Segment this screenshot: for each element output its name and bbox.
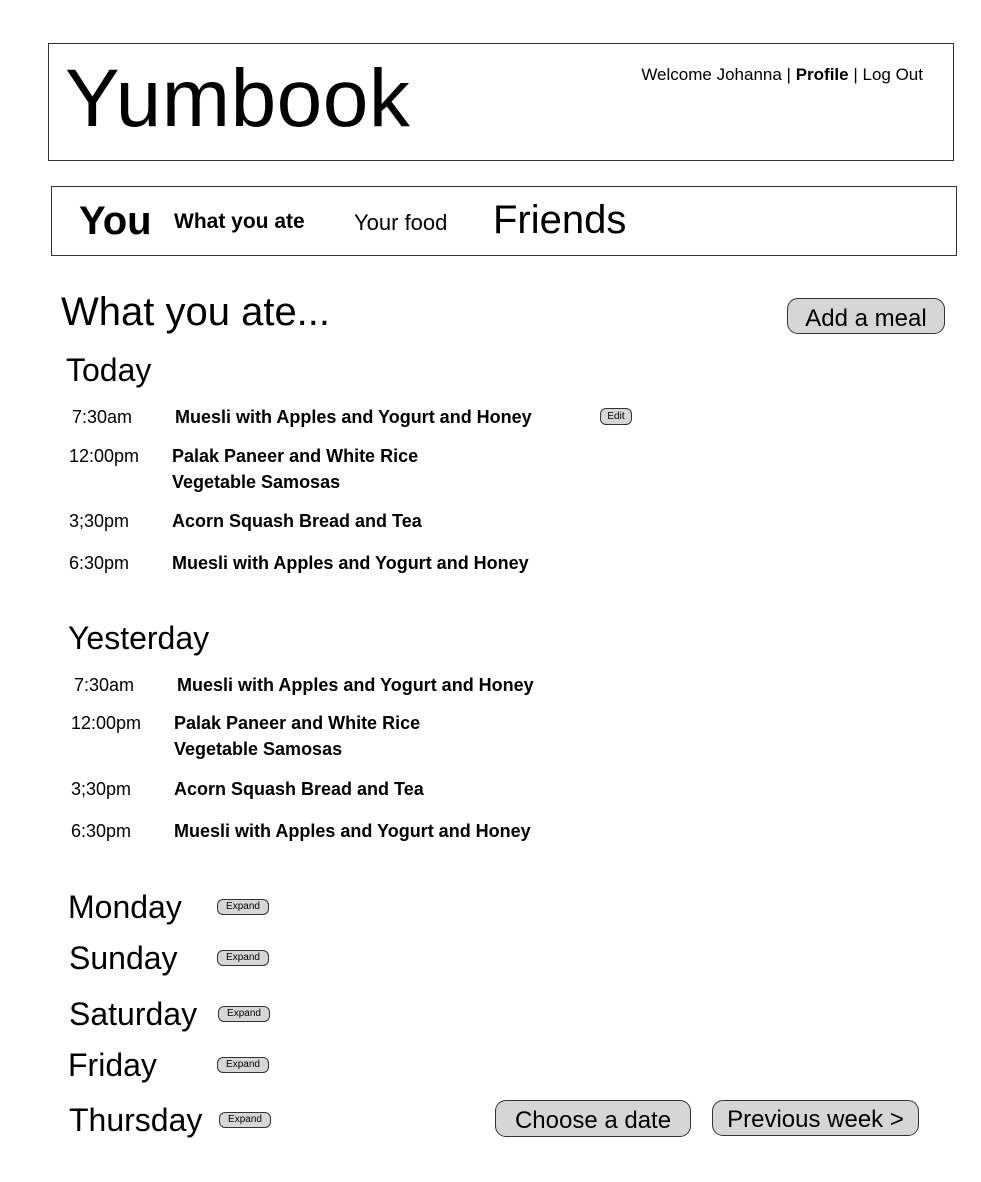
meal-item: Muesli with Apples and Yogurt and Honey	[172, 550, 529, 576]
app-logo: Yumbook	[65, 53, 411, 144]
expand-friday-button[interactable]: Expand	[217, 1057, 269, 1073]
day-heading-thursday: Thursday	[69, 1102, 203, 1138]
logout-link[interactable]: Log Out	[863, 65, 924, 84]
meal-item: Acorn Squash Bread and Tea	[172, 508, 422, 534]
meal-item-name: Acorn Squash Bread and Tea	[172, 511, 422, 531]
meal-time: 3;30pm	[69, 511, 130, 531]
previous-week-button[interactable]: Previous week >	[712, 1100, 919, 1136]
expand-sunday-button[interactable]: Expand	[217, 950, 269, 966]
meal-time: 7:30am	[72, 407, 133, 427]
meal-time: 12:00pm	[69, 446, 140, 466]
meal-item-name: Vegetable Samosas	[174, 739, 343, 759]
main-nav: You What you ate Your food Friends	[51, 186, 957, 256]
separator: |	[786, 65, 791, 84]
choose-date-button[interactable]: Choose a date	[495, 1100, 691, 1137]
page-title: What you ate...	[61, 290, 331, 334]
nav-your-food[interactable]: Your food	[354, 210, 447, 236]
meal-item-name: Muesli with Apples and Yogurt and Honey	[172, 553, 529, 573]
edit-meal-button[interactable]: Edit	[600, 408, 632, 425]
separator: |	[853, 65, 858, 84]
expand-saturday-button[interactable]: Expand	[218, 1006, 270, 1022]
meal-item: Palak Paneer and White Rice Vegetable Sa…	[172, 443, 418, 495]
meal-item: Muesli with Apples and Yogurt and Honey	[177, 672, 534, 698]
expand-thursday-button[interactable]: Expand	[219, 1112, 271, 1128]
nav-what-you-ate[interactable]: What you ate	[174, 210, 305, 234]
nav-friends[interactable]: Friends	[493, 198, 626, 243]
nav-you[interactable]: You	[79, 199, 152, 244]
meal-item-name: Palak Paneer and White Rice	[174, 713, 421, 733]
meal-item: Palak Paneer and White Rice Vegetable Sa…	[174, 710, 420, 762]
meal-time: 3;30pm	[71, 779, 132, 799]
meal-time: 6:30pm	[71, 821, 132, 841]
expand-monday-button[interactable]: Expand	[217, 899, 269, 915]
day-heading-yesterday: Yesterday	[68, 620, 210, 656]
header: Yumbook Welcome Johanna | Profile | Log …	[48, 43, 954, 161]
meal-time: 7:30am	[74, 675, 135, 695]
day-heading-sunday: Sunday	[69, 940, 178, 976]
meal-item: Acorn Squash Bread and Tea	[174, 776, 424, 802]
meal-item-name: Acorn Squash Bread and Tea	[174, 779, 424, 799]
meal-item-name: Muesli with Apples and Yogurt and Honey	[177, 675, 534, 695]
meal-item: Muesli with Apples and Yogurt and Honey	[174, 818, 531, 844]
welcome-text: Welcome Johanna	[641, 65, 782, 84]
day-heading-friday: Friday	[68, 1047, 157, 1083]
day-heading-saturday: Saturday	[69, 996, 198, 1032]
meal-item: Muesli with Apples and Yogurt and Honey	[175, 404, 532, 430]
meal-item-name: Muesli with Apples and Yogurt and Honey	[174, 821, 531, 841]
day-heading-today: Today	[66, 352, 152, 388]
meal-item-name: Muesli with Apples and Yogurt and Honey	[175, 407, 532, 427]
meal-item-name: Vegetable Samosas	[172, 472, 341, 492]
day-heading-monday: Monday	[68, 889, 182, 925]
user-links: Welcome Johanna | Profile | Log Out	[641, 65, 923, 85]
add-meal-button[interactable]: Add a meal	[787, 298, 945, 334]
meal-item-name: Palak Paneer and White Rice	[172, 446, 419, 466]
meal-time: 6:30pm	[69, 553, 130, 573]
meal-time: 12:00pm	[71, 713, 142, 733]
profile-link[interactable]: Profile	[796, 65, 849, 84]
